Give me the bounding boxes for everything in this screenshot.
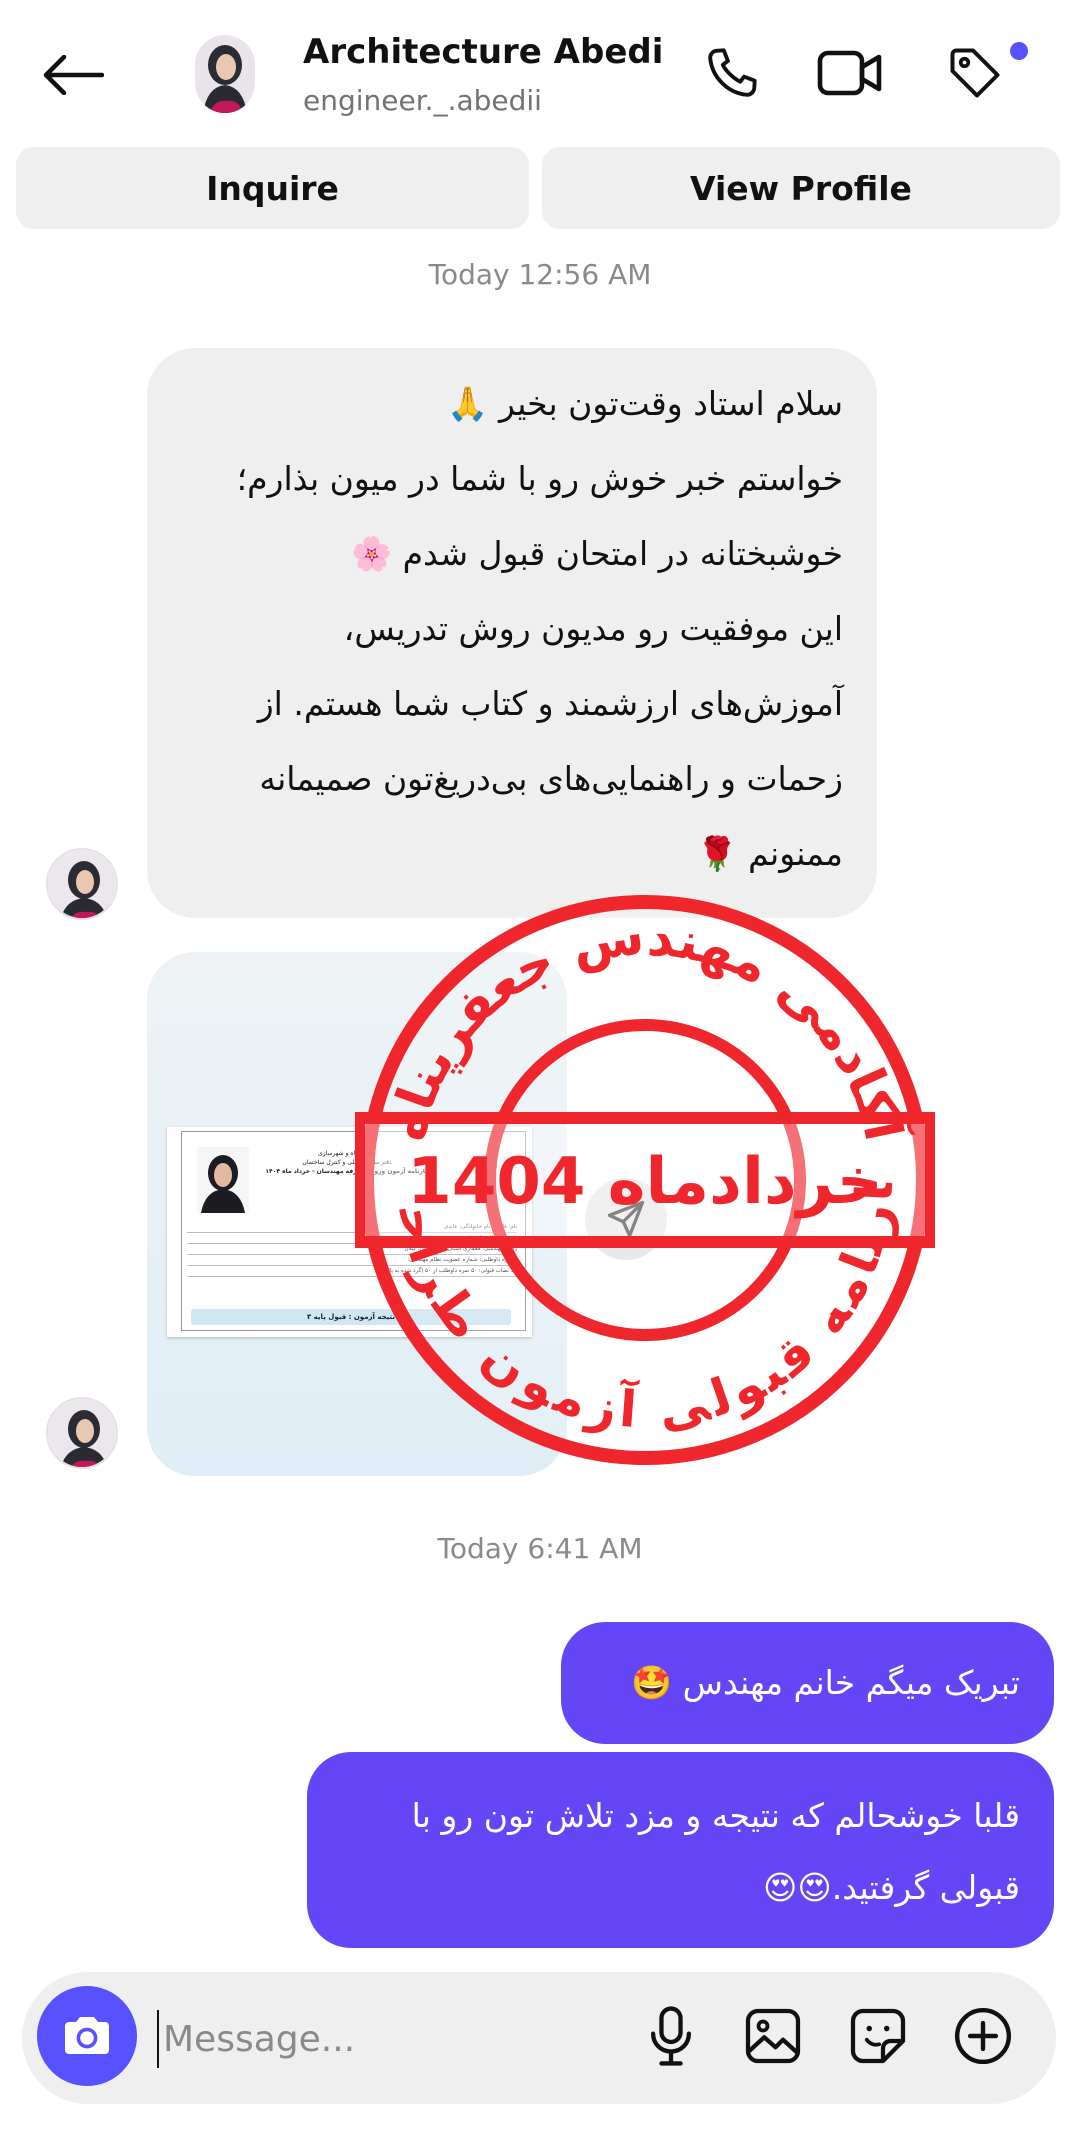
doc-header-line: دفتر مقررات ملی و کنترل ساختمان: [302, 1159, 392, 1166]
inquire-button[interactable]: Inquire: [16, 147, 529, 229]
header-avatar[interactable]: [195, 35, 255, 113]
doc-row: نام پدر: سال تولد: ۷۵: [187, 1233, 517, 1244]
video-call-button[interactable]: [815, 38, 885, 108]
message-input[interactable]: [157, 2010, 605, 2068]
message-line: زحمات و راهنمایی‌های بی‌دریغ‌تون صمیمانه: [259, 759, 843, 798]
back-button[interactable]: [38, 40, 108, 110]
plus-icon: [954, 2007, 1012, 2065]
image-message[interactable]: وزارت راه و شهرسازی دفتر مقررات ملی و کن…: [147, 952, 567, 1476]
message-line: آموزش‌های ارزشمند و کتاب شما هستم. از: [257, 684, 843, 723]
outgoing-message[interactable]: قلبا خوشحالم که نتیجه و مزد تلاش تون رو …: [307, 1752, 1054, 1948]
doc-row: نام: فاطمه نام خانوادگی: عابدی: [187, 1222, 517, 1233]
phone-icon: [708, 48, 757, 97]
doc-row: رشته مهندسی: معماری استان محل آزمون: گیل…: [187, 1244, 517, 1255]
doc-header-line: وزارت راه و شهرسازی: [318, 1150, 376, 1157]
doc-title: کارنامه آزمون ورود به حرفه مهندسان - خرد…: [265, 1168, 429, 1175]
message-line: قلبا خوشحالم که نتیجه و مزد تلاش تون رو …: [411, 1796, 1020, 1835]
sender-avatar[interactable]: [46, 848, 118, 920]
timestamp: Today 6:41 AM: [437, 1532, 643, 1565]
send-icon: [607, 1200, 645, 1238]
voice-button[interactable]: [636, 2001, 706, 2071]
applicant-photo: [197, 1147, 249, 1213]
sender-avatar[interactable]: [46, 1397, 118, 1469]
message-line: سلام استاد وقت‌تون بخیر 🙏: [447, 384, 843, 423]
call-button[interactable]: [697, 38, 767, 108]
back-arrow-icon: [43, 55, 104, 95]
doc-result: نتیجه آزمون : قبول پایه ۳: [191, 1309, 511, 1325]
contact-name[interactable]: Architecture Abedi: [303, 32, 663, 72]
video-icon: [817, 50, 882, 96]
sticker-button[interactable]: [843, 2001, 913, 2071]
incoming-message[interactable]: سلام استاد وقت‌تون بخیر 🙏 خواستم خبر خوش…: [147, 348, 877, 918]
message-line: خواستم خبر خوش رو با شما در میون بذارم؛: [236, 459, 843, 498]
result-document: وزارت راه و شهرسازی دفتر مقررات ملی و کن…: [167, 1127, 532, 1337]
share-button[interactable]: [585, 1178, 667, 1260]
notification-dot: [1010, 42, 1028, 60]
camera-icon: [65, 2017, 109, 2054]
gallery-button[interactable]: [738, 2001, 808, 2071]
microphone-icon: [650, 2006, 692, 2066]
sticker-icon: [850, 2008, 906, 2064]
outgoing-message[interactable]: تبریک میگم خانم مهندس 🤩: [561, 1622, 1054, 1744]
message-line: خوشبختانه در امتحان قبول شدم 🌸: [351, 534, 843, 573]
message-line: این موفقیت رو مدیون روش تدریس،: [343, 609, 843, 648]
doc-row: شماره داوطلبی: شماره عضویت نظام مهندسی:: [187, 1255, 517, 1266]
doc-row: حد نصاب قبولی: ۵۰ نمره داوطلب از ۵۰ (گرد…: [187, 1266, 517, 1277]
message-line: قبولی گرفتید.😍😍: [762, 1868, 1020, 1907]
contact-username: engineer._.abedii: [303, 84, 542, 117]
message-text: سلام استاد وقت‌تون بخیر 🙏 خواستم خبر خوش…: [147, 348, 877, 909]
gallery-icon: [745, 2008, 801, 2064]
timestamp: Today 12:56 AM: [428, 258, 652, 291]
view-profile-button[interactable]: View Profile: [542, 147, 1060, 229]
chat-header: Architecture Abedi engineer._.abedii: [0, 0, 1080, 145]
tag-button[interactable]: [940, 38, 1010, 108]
camera-button[interactable]: [37, 1986, 137, 2086]
message-line: ممنونم 🌹: [696, 834, 844, 873]
more-button[interactable]: [948, 2001, 1018, 2071]
tag-icon: [950, 48, 1000, 98]
